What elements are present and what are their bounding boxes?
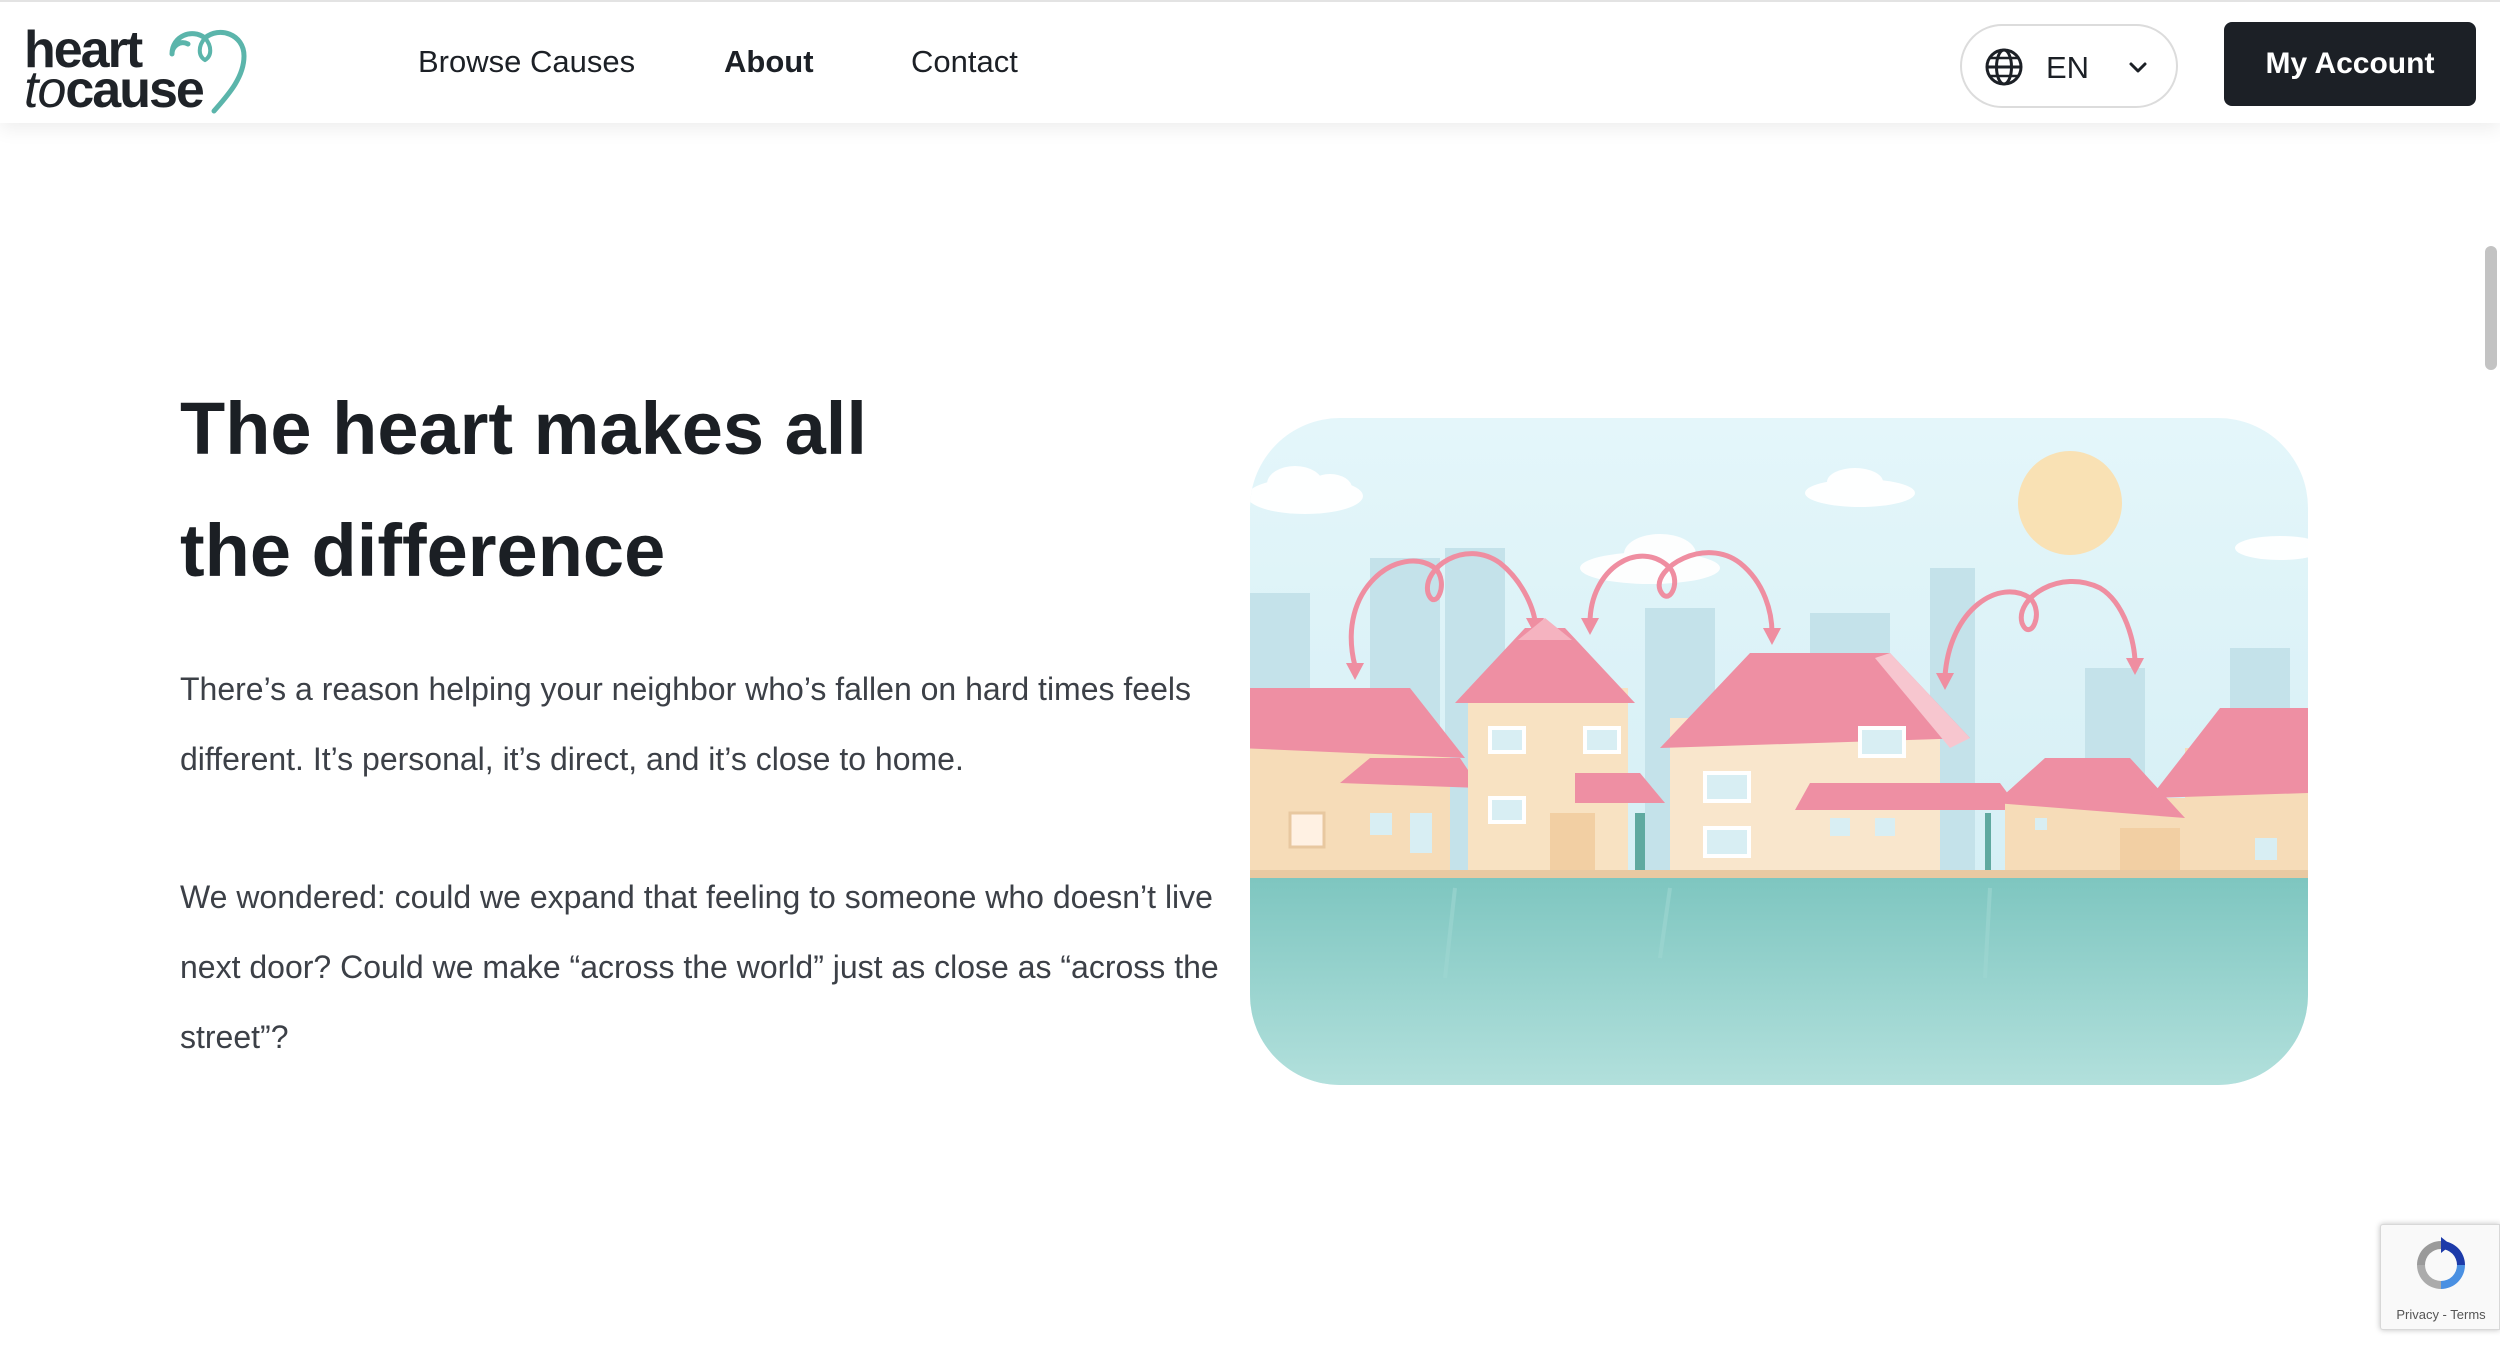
site-header: heart tocause Browse Causes About Contac…	[0, 0, 2500, 123]
logo-word-to: to	[24, 61, 66, 119]
page-title-line-2: the difference	[180, 509, 666, 592]
recaptcha-privacy-terms-links[interactable]: Privacy - Terms	[2381, 1307, 2500, 1322]
page-title-line-1: The heart makes all	[180, 387, 867, 470]
chevron-down-icon	[2129, 62, 2147, 73]
page-scrollbar-thumb[interactable]	[2485, 246, 2497, 370]
language-label: EN	[2046, 50, 2090, 85]
recaptcha-badge[interactable]: Privacy - Terms	[2380, 1224, 2500, 1330]
nav-about[interactable]: About	[724, 42, 814, 82]
nav-browse-causes[interactable]: Browse Causes	[418, 42, 635, 82]
logo-word-tocause: tocause	[24, 61, 205, 119]
houses-with-heart-arrows-image	[1250, 418, 2308, 1085]
neighborhood-illustration	[1250, 418, 2308, 1085]
nav-contact[interactable]: Contact	[911, 42, 1018, 82]
my-account-button[interactable]: My Account	[2224, 22, 2476, 106]
recaptcha-icon	[2417, 1237, 2465, 1289]
page-title: The heart makes all the difference	[180, 368, 1180, 612]
heart-to-cause-logo[interactable]: heart tocause	[22, 16, 272, 116]
question-paragraph: We wondered: could we expand that feelin…	[180, 879, 1219, 1055]
globe-icon	[1985, 48, 2023, 86]
logo-word-cause: cause	[65, 61, 204, 119]
intro-paragraph: There’s a reason helping your neighbor w…	[180, 671, 1191, 777]
language-selector[interactable]: EN	[1960, 24, 2178, 108]
